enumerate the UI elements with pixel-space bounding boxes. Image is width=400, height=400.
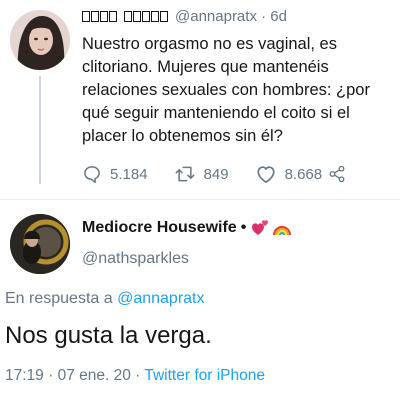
reply-button[interactable]: 5.184 bbox=[82, 164, 148, 184]
reply-context: En respuesta a @annapratx bbox=[5, 290, 204, 308]
author-handle-2[interactable]: @nathsparkles bbox=[82, 250, 189, 268]
like-count: 8.668 bbox=[284, 165, 323, 183]
share-icon bbox=[329, 165, 345, 183]
separator: · bbox=[261, 8, 267, 25]
meta-separator-2: · bbox=[135, 367, 141, 384]
reply-count: 5.184 bbox=[110, 165, 148, 183]
retweet-button[interactable]: 849 bbox=[174, 164, 229, 184]
author-name-unrendered-glyphs[interactable] bbox=[82, 8, 118, 25]
tweet-text: Nuestro orgasmo no es vaginal, es clitor… bbox=[82, 35, 370, 145]
tweet-time[interactable]: 17:19 bbox=[5, 367, 44, 384]
rainbow-icon bbox=[273, 226, 292, 236]
author-avatar-2[interactable] bbox=[10, 214, 70, 274]
reply-icon bbox=[84, 166, 100, 183]
reply-prefix: En respuesta a bbox=[5, 290, 113, 307]
name-bullet: • bbox=[240, 219, 247, 236]
reply-to-link[interactable]: @annapratx bbox=[117, 290, 204, 307]
like-button[interactable]: 8.668 bbox=[255, 164, 323, 184]
retweet-count: 849 bbox=[203, 165, 229, 183]
author-handle[interactable]: @annapratx bbox=[175, 8, 257, 25]
tweet-source-link[interactable]: Twitter for iPhone bbox=[144, 367, 265, 384]
author-name-unrendered-glyphs-2[interactable] bbox=[124, 8, 169, 25]
tweet-meta: 17:19 · 07 ene. 20 · Twitter for iPhone bbox=[5, 367, 265, 385]
tweet-header: @annapratx · 6d bbox=[82, 8, 287, 25]
author-name[interactable]: Mediocre Housewife bbox=[82, 219, 237, 237]
author-name-row: Mediocre Housewife • bbox=[82, 218, 292, 238]
tweet-age[interactable]: 6d bbox=[270, 8, 287, 25]
author-avatar[interactable] bbox=[10, 10, 70, 70]
tweet-actions: 5.184 849 8.668 bbox=[82, 164, 380, 184]
two-hearts-icon bbox=[252, 220, 269, 235]
like-icon bbox=[257, 166, 275, 183]
thread-line bbox=[39, 76, 41, 184]
tweet-date[interactable]: 07 ene. 20 bbox=[58, 367, 131, 384]
avatar-photo-2 bbox=[10, 214, 70, 274]
retweet-icon bbox=[175, 166, 195, 182]
share-button[interactable] bbox=[328, 165, 354, 183]
tweet-text-2: Nos gusta la verga. bbox=[5, 322, 212, 349]
avatar-photo bbox=[10, 10, 70, 70]
divider bbox=[0, 199, 400, 200]
meta-separator: · bbox=[48, 367, 54, 384]
